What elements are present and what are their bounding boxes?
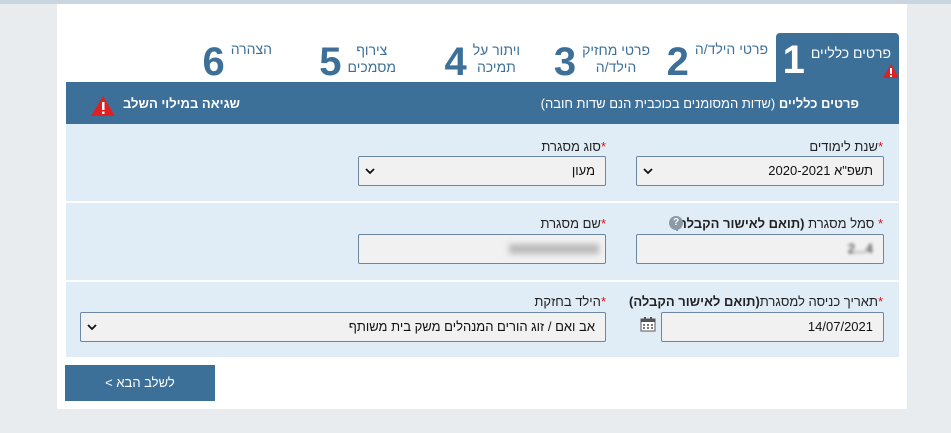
- required-mark: *: [600, 294, 606, 309]
- required-mark: *: [877, 294, 883, 309]
- step-1-general[interactable]: פרטים כלליים 1: [776, 33, 899, 82]
- framework-type-value: מעון: [571, 163, 595, 178]
- section-error-text: שגיאה במילוי השלב: [123, 96, 240, 111]
- required-mark: *: [600, 139, 606, 154]
- school-year-value: תשפ"א 2020-2021: [768, 163, 873, 178]
- step-4-waive-support[interactable]: ויתור על תמיכה 4: [440, 30, 521, 84]
- chevron-down-icon: [643, 168, 653, 175]
- label-text: שם מסגרת: [540, 216, 601, 231]
- framework-name-input[interactable]: [358, 234, 606, 264]
- chevron-down-icon: [87, 324, 97, 331]
- step-label-line1: פרטי מחזיק: [582, 42, 650, 58]
- step-label-line2: מסמכים: [347, 59, 396, 75]
- step-number: 2: [666, 40, 689, 84]
- framework-code-label: * סמל מסגרת (תואם לאישור הקבלה): [674, 216, 883, 231]
- framework-name-label: *שם מסגרת: [541, 216, 606, 231]
- entry-date-label: *תאריך כניסה למסגרת(תואם לאישור הקבלה): [629, 294, 883, 309]
- section-title-text: פרטים כלליים: [778, 96, 859, 111]
- step-label: הצהרה: [230, 41, 272, 57]
- step-3-holder-details[interactable]: פרטי מחזיק הילד/ה 3: [540, 30, 650, 82]
- custody-label: *הילד בחזקת: [534, 294, 606, 309]
- step-label-line1: צירוף: [356, 42, 388, 58]
- framework-type-select[interactable]: מעון: [358, 156, 606, 186]
- step-5-attach-documents[interactable]: צירוף מסמכים 5: [318, 30, 396, 82]
- label-text: הילד בחזקת: [534, 294, 601, 309]
- custody-select[interactable]: אב ואם / זוג הורים המנהלים משק בית משותף: [80, 312, 606, 342]
- custody-value: אב ואם / זוג הורים המנהלים משק בית משותף: [348, 319, 595, 334]
- step-2-child-details[interactable]: פרטי הילד/ה 2: [660, 30, 768, 82]
- school-year-select[interactable]: תשפ"א 2020-2021: [636, 156, 884, 186]
- help-icon[interactable]: ?: [669, 216, 683, 230]
- label-text: סמל מסגרת: [804, 216, 875, 231]
- entry-date-value: 14/07/2021: [807, 319, 873, 334]
- next-step-button[interactable]: לשלב הבא >: [65, 365, 215, 401]
- step-label-line2: הילד/ה: [595, 59, 637, 75]
- step-number: 5: [319, 40, 342, 84]
- step-label-line2: תמיכה: [476, 59, 516, 75]
- label-text: שנת לימודים: [809, 139, 878, 154]
- section-header: פרטים כלליים (שדות המסומנים בכוכבית הנם …: [66, 82, 899, 124]
- calendar-icon[interactable]: [640, 316, 656, 332]
- label-bold-text: (תואם לאישור הקבלה): [673, 216, 805, 231]
- step-6-declaration[interactable]: הצהרה 6: [200, 30, 272, 82]
- step-label: ויתור על תמיכה: [473, 42, 520, 76]
- step-label-line1: ויתור על: [472, 42, 520, 58]
- required-mark: *: [877, 139, 883, 154]
- step-label: פרטים כלליים: [810, 45, 891, 61]
- step-label: פרטי מחזיק הילד/ה: [582, 42, 650, 76]
- step-error-icon: [883, 64, 899, 78]
- redacted-value: [509, 244, 599, 254]
- framework-code-value: 4...2: [847, 241, 873, 256]
- section-subtitle: (שדות המסומנים בכוכבית הנם שדות חובה): [540, 96, 776, 111]
- section-error-icon: [91, 96, 115, 116]
- label-text: סוג מסגרת: [541, 139, 601, 154]
- section-title: פרטים כלליים (שדות המסומנים בכוכבית הנם …: [541, 96, 859, 111]
- framework-code-input[interactable]: 4...2: [636, 234, 884, 264]
- step-number: 4: [444, 40, 467, 84]
- framework-type-label: *סוג מסגרת: [541, 139, 606, 154]
- step-label: צירוף מסמכים: [348, 42, 396, 76]
- label-bold-text: (תואם לאישור הקבלה): [629, 294, 760, 309]
- school-year-label: *שנת לימודים: [809, 139, 883, 154]
- step-number: 1: [782, 38, 805, 82]
- required-mark: *: [600, 216, 606, 231]
- chevron-down-icon: [365, 168, 375, 175]
- entry-date-input[interactable]: 14/07/2021: [661, 312, 884, 342]
- label-text: תאריך כניסה למסגרת: [759, 294, 878, 309]
- required-mark: *: [877, 216, 883, 231]
- step-label: פרטי הילד/ה: [694, 41, 768, 57]
- step-number: 6: [202, 40, 225, 84]
- step-number: 3: [553, 40, 577, 84]
